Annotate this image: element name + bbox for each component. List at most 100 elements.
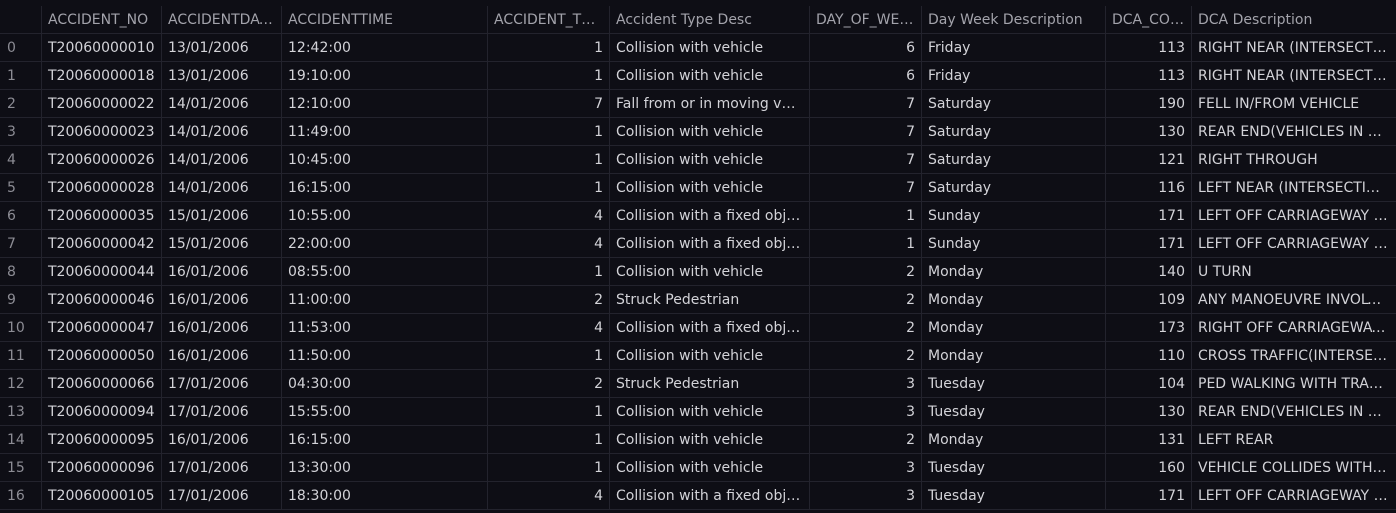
day-week-description-cell[interactable]: Saturday	[922, 118, 1106, 146]
dca-code-cell[interactable]: 130	[1106, 118, 1192, 146]
accident-type-cell[interactable]: 1	[488, 258, 610, 286]
dca-description-cell[interactable]: RIGHT OFF CARRIAGEWAY INTO OBJECT	[1192, 314, 1396, 342]
dca-description-cell[interactable]: LEFT OFF CARRIAGEWAY INTO OBJECT	[1192, 482, 1396, 510]
dca-code-cell[interactable]: 113	[1106, 34, 1192, 62]
accidentdate-cell[interactable]: 16/01/2006	[162, 314, 282, 342]
accident-no-cell[interactable]: T20060000095	[42, 426, 162, 454]
table-row[interactable]: 13 T20060000094 17/01/2006 15:55:00 1 Collisi…	[0, 398, 1396, 426]
day-of-week-cell[interactable]: 7	[810, 90, 922, 118]
accident-type-desc-cell[interactable]: Collision with vehicle	[610, 342, 810, 370]
accidenttime-cell[interactable]: 11:53:00	[282, 314, 488, 342]
accidenttime-cell[interactable]: 04:30:00	[282, 370, 488, 398]
day-of-week-cell[interactable]: 2	[810, 314, 922, 342]
column-header-dca-code[interactable]: DCA_CODE	[1106, 6, 1192, 34]
row-index[interactable]: 2	[0, 90, 42, 118]
accident-type-cell[interactable]: 1	[488, 342, 610, 370]
day-of-week-cell[interactable]: 2	[810, 426, 922, 454]
accident-type-cell[interactable]: 1	[488, 62, 610, 90]
day-week-description-cell[interactable]: Friday	[922, 34, 1106, 62]
column-header-accident-type[interactable]: ACCIDENT_TYPE	[488, 6, 610, 34]
column-header-index[interactable]	[0, 6, 42, 34]
accident-no-cell[interactable]: T20060000094	[42, 398, 162, 426]
day-week-description-cell[interactable]: Monday	[922, 258, 1106, 286]
dca-code-cell[interactable]: 121	[1106, 146, 1192, 174]
accidenttime-cell[interactable]: 16:15:00	[282, 426, 488, 454]
dca-description-cell[interactable]: FELL IN/FROM VEHICLE	[1192, 90, 1396, 118]
dca-description-cell[interactable]: REAR END(VEHICLES IN SAME LANE)	[1192, 398, 1396, 426]
dca-description-cell[interactable]: LEFT OFF CARRIAGEWAY INTO OBJECT	[1192, 202, 1396, 230]
accidentdate-cell[interactable]: 14/01/2006	[162, 146, 282, 174]
accident-type-desc-cell[interactable]: Collision with a fixed object	[610, 230, 810, 258]
accidenttime-cell[interactable]: 08:55:00	[282, 258, 488, 286]
day-of-week-cell[interactable]: 7	[810, 174, 922, 202]
dca-description-cell[interactable]: LEFT NEAR (INTERSECTIONS ONLY)	[1192, 174, 1396, 202]
accidentdate-cell[interactable]: 14/01/2006	[162, 118, 282, 146]
accidentdate-cell[interactable]: 16/01/2006	[162, 286, 282, 314]
accident-type-cell[interactable]: 1	[488, 34, 610, 62]
row-index[interactable]: 3	[0, 118, 42, 146]
accident-type-cell[interactable]: 1	[488, 118, 610, 146]
day-of-week-cell[interactable]: 6	[810, 34, 922, 62]
table-row[interactable]: 2 T20060000022 14/01/2006 12:10:00 7 Fall fro…	[0, 90, 1396, 118]
row-index[interactable]: 0	[0, 34, 42, 62]
accidenttime-cell[interactable]: 12:42:00	[282, 34, 488, 62]
accident-no-cell[interactable]: T20060000026	[42, 146, 162, 174]
day-of-week-cell[interactable]: 6	[810, 62, 922, 90]
day-of-week-cell[interactable]: 2	[810, 286, 922, 314]
dca-code-cell[interactable]: 130	[1106, 398, 1192, 426]
dca-description-cell[interactable]: ANY MANOEUVRE INVOLVING PED	[1192, 286, 1396, 314]
accident-type-desc-cell[interactable]: Struck Pedestrian	[610, 286, 810, 314]
accident-type-cell[interactable]: 4	[488, 230, 610, 258]
dca-code-cell[interactable]: 110	[1106, 342, 1192, 370]
accident-no-cell[interactable]: T20060000018	[42, 62, 162, 90]
table-row[interactable]: 5 T20060000028 14/01/2006 16:15:00 1 Collisio…	[0, 174, 1396, 202]
dca-description-cell[interactable]: REAR END(VEHICLES IN SAME LANE)	[1192, 118, 1396, 146]
accident-no-cell[interactable]: T20060000050	[42, 342, 162, 370]
dca-code-cell[interactable]: 171	[1106, 230, 1192, 258]
accident-type-desc-cell[interactable]: Collision with vehicle	[610, 174, 810, 202]
accident-no-cell[interactable]: T20060000010	[42, 34, 162, 62]
day-week-description-cell[interactable]: Tuesday	[922, 370, 1106, 398]
accident-type-desc-cell[interactable]: Collision with vehicle	[610, 34, 810, 62]
row-index[interactable]: 14	[0, 426, 42, 454]
accidentdate-cell[interactable]: 17/01/2006	[162, 454, 282, 482]
day-of-week-cell[interactable]: 7	[810, 118, 922, 146]
day-of-week-cell[interactable]: 3	[810, 482, 922, 510]
accidentdate-cell[interactable]: 15/01/2006	[162, 202, 282, 230]
table-row[interactable]: 1 T20060000018 13/01/2006 19:10:00 1 Collisio…	[0, 62, 1396, 90]
table-row[interactable]: 0 T20060000010 13/01/2006 12:42:00 1 Collisio…	[0, 34, 1396, 62]
table-row[interactable]: 10 T20060000047 16/01/2006 11:53:00 4 Collisi…	[0, 314, 1396, 342]
data-grid[interactable]: ACCIDENT_NO ACCIDENTDATE ACCIDENTTIME AC…	[0, 6, 1396, 513]
day-of-week-cell[interactable]: 7	[810, 146, 922, 174]
column-header-accident-no[interactable]: ACCIDENT_NO	[42, 6, 162, 34]
table-row[interactable]: 8 T20060000044 16/01/2006 08:55:00 1 Collisio…	[0, 258, 1396, 286]
row-index[interactable]: 16	[0, 482, 42, 510]
accident-type-desc-cell[interactable]: Collision with vehicle	[610, 258, 810, 286]
day-of-week-cell[interactable]: 1	[810, 230, 922, 258]
dca-description-cell[interactable]: U TURN	[1192, 258, 1396, 286]
accident-type-desc-cell[interactable]: Collision with a fixed object	[610, 314, 810, 342]
day-week-description-cell[interactable]: Monday	[922, 426, 1106, 454]
day-of-week-cell[interactable]: 3	[810, 398, 922, 426]
accident-no-cell[interactable]: T20060000042	[42, 230, 162, 258]
accidentdate-cell[interactable]: 17/01/2006	[162, 482, 282, 510]
table-row[interactable]: 6 T20060000035 15/01/2006 10:55:00 4 Collisio…	[0, 202, 1396, 230]
accidenttime-cell[interactable]: 10:45:00	[282, 146, 488, 174]
accident-type-cell[interactable]: 2	[488, 286, 610, 314]
accidenttime-cell[interactable]: 22:00:00	[282, 230, 488, 258]
dca-code-cell[interactable]: 171	[1106, 482, 1192, 510]
row-index[interactable]: 15	[0, 454, 42, 482]
accident-type-cell[interactable]: 1	[488, 398, 610, 426]
column-header-accidentdate[interactable]: ACCIDENTDATE	[162, 6, 282, 34]
accidentdate-cell[interactable]: 13/01/2006	[162, 62, 282, 90]
row-index[interactable]: 8	[0, 258, 42, 286]
table-row[interactable]: 16 T20060000105 17/01/2006 18:30:00 4 Collisi…	[0, 482, 1396, 510]
row-index[interactable]: 9	[0, 286, 42, 314]
accident-type-desc-cell[interactable]: Collision with a fixed object	[610, 482, 810, 510]
dca-code-cell[interactable]: 140	[1106, 258, 1192, 286]
day-week-description-cell[interactable]: Saturday	[922, 146, 1106, 174]
day-week-description-cell[interactable]: Monday	[922, 314, 1106, 342]
accident-type-desc-cell[interactable]: Collision with vehicle	[610, 426, 810, 454]
row-index[interactable]: 7	[0, 230, 42, 258]
dca-description-cell[interactable]: RIGHT THROUGH	[1192, 146, 1396, 174]
